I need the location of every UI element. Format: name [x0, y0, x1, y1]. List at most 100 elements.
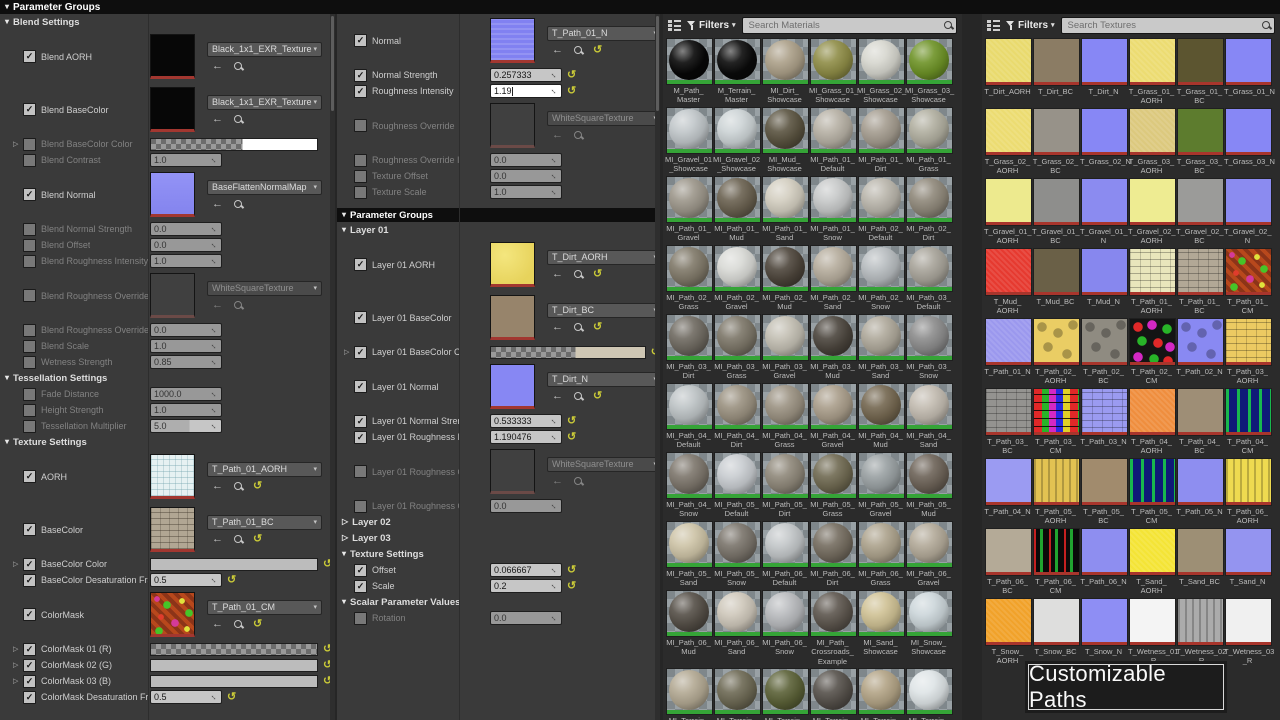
material-tile-mi-terrain-sand[interactable]: MI_Terrain_ Sand	[857, 667, 905, 720]
material-tile-mi-path-05-default[interactable]: MI_Path_05_ Default	[713, 451, 761, 519]
color-bar-colormask-01-r[interactable]	[150, 642, 318, 656]
material-tile-mi-path-01-dirt[interactable]: MI_Path_01_ Dirt	[857, 106, 905, 174]
checkbox-height-strength[interactable]	[23, 403, 36, 417]
material-tile-mi-path-05-mud[interactable]: MI_Path_05_ Mud	[905, 451, 953, 519]
value-tessellation-multiplier[interactable]: 5.0 ↔	[150, 419, 222, 433]
checkbox-blend-normal-strength[interactable]	[23, 222, 36, 236]
texture-thumbnail[interactable]	[490, 242, 535, 287]
material-tile-mi-terrain-default[interactable]: MI_Terrain_ Default	[665, 667, 713, 720]
group-header-tessellation-settings[interactable]: ▾ Tessellation Settings	[0, 370, 335, 386]
texture-thumbnail[interactable]	[490, 18, 535, 63]
browse-to-asset-icon[interactable]	[574, 477, 582, 485]
texture-tile-t-path-04-aorh[interactable]: T_Path_04_ AORH	[1128, 387, 1176, 456]
checkbox-roughness-override-intensity[interactable]	[354, 153, 367, 167]
texture-tile-t-mud-bc[interactable]: T_Mud_BC	[1032, 247, 1080, 316]
value-blend-roughness-intensity[interactable]: 1.0 ↔	[150, 254, 222, 268]
material-tile-mi-path-06-mud[interactable]: MI_Path_06_ Mud	[665, 589, 713, 666]
texture-select-normal[interactable]: T_Path_01_N▾	[547, 25, 660, 41]
material-tile-mi-path-01-gravel[interactable]: MI_Path_01_ Gravel	[665, 175, 713, 243]
expander-icon[interactable]: ▷	[13, 560, 23, 568]
checkbox-layer-01-normal[interactable]: ✓	[354, 380, 367, 393]
material-tile-mi-path-02-dirt[interactable]: MI_Path_02_ Dirt	[905, 175, 953, 243]
reset-icon[interactable]: ↺	[253, 618, 262, 630]
texture-select-layer-01-normal[interactable]: T_Dirt_N▾	[547, 371, 660, 387]
texture-tile-t-path-04-bc[interactable]: T_Path_04_ BC	[1176, 387, 1224, 456]
checkbox-layer-01-aorh[interactable]: ✓	[354, 258, 367, 271]
checkbox-scale[interactable]: ✓	[354, 579, 367, 593]
texture-tile-t-path-04-n[interactable]: T_Path_04_N	[984, 457, 1032, 526]
checkbox-roughness-override[interactable]	[354, 119, 367, 132]
expander-icon[interactable]: ▷	[13, 140, 23, 148]
reset-icon[interactable]: ↺	[567, 580, 576, 592]
material-tile-mi-path-06-snow[interactable]: MI_Path_06_ Snow	[761, 589, 809, 666]
texture-thumbnail[interactable]	[150, 454, 195, 499]
texture-tile-t-path-04-cm[interactable]: T_Path_04_ CM	[1224, 387, 1272, 456]
checkbox-blend-aorh[interactable]: ✓	[23, 50, 36, 63]
material-tile-mi-path-04-gravel[interactable]: MI_Path_04_ Gravel	[809, 382, 857, 450]
checkbox-basecolor-color[interactable]: ✓	[23, 557, 36, 571]
textures-search-input[interactable]	[1065, 18, 1259, 32]
material-tile-mi-path-04-dirt[interactable]: MI_Path_04_ Dirt	[713, 382, 761, 450]
texture-tile-t-path-01-aorh[interactable]: T_Path_01_ AORH	[1128, 247, 1176, 316]
texture-tile-t-path-02-n[interactable]: T_Path_02_N	[1176, 317, 1224, 386]
browse-to-asset-icon[interactable]	[234, 620, 242, 628]
group-header-scalar-parameter-values[interactable]: ▾ Scalar Parameter Values	[337, 594, 660, 610]
use-selected-icon[interactable]: ←	[552, 129, 563, 141]
material-tile-mi-terrain-grass[interactable]: MI_Terrain_ Grass	[761, 667, 809, 720]
use-selected-icon[interactable]: ←	[552, 321, 563, 333]
texture-tile-t-path-06-aorh[interactable]: T_Path_06_ AORH	[1224, 457, 1272, 526]
value-height-strength[interactable]: 1.0 ↔	[150, 403, 222, 417]
material-tile-mi-mud-showcase[interactable]: MI_Mud_ Showcase	[761, 106, 809, 174]
material-tile-mi-path-06-sand[interactable]: MI_Path_06_ Sand	[713, 589, 761, 666]
reset-icon[interactable]: ↺	[253, 533, 262, 545]
texture-select-blend-aorh[interactable]: Black_1x1_EXR_Texture ▾	[207, 41, 322, 57]
reset-icon[interactable]: ↺	[593, 390, 602, 402]
texture-tile-t-grass-01-bc[interactable]: T_Grass_01_ BC	[1176, 37, 1224, 106]
browse-to-asset-icon[interactable]	[234, 482, 242, 490]
checkbox-blend-contrast[interactable]	[23, 153, 36, 167]
checkbox-layer-01-roughness-override[interactable]	[354, 465, 367, 478]
reset-icon[interactable]: ↺	[593, 44, 602, 56]
material-tile-mi-path-04-snow[interactable]: MI_Path_04_ Snow	[665, 451, 713, 519]
use-selected-icon[interactable]: ←	[552, 44, 563, 56]
checkbox-blend-basecolor[interactable]: ✓	[23, 103, 36, 116]
texture-tile-t-mud-n[interactable]: T_Mud_N	[1080, 247, 1128, 316]
texture-tile-t-path-05-cm[interactable]: T_Path_05_ CM	[1128, 457, 1176, 526]
use-selected-icon[interactable]: ←	[212, 480, 223, 492]
value-texture-offset[interactable]: 0.0 ↔	[490, 169, 562, 183]
browse-to-asset-icon[interactable]	[234, 62, 242, 70]
checkbox-blend-scale[interactable]	[23, 339, 36, 353]
textures-filters-button[interactable]: Filters ▾	[1006, 20, 1055, 31]
texture-tile-t-path-01-n[interactable]: T_Path_01_N	[984, 317, 1032, 386]
checkbox-colormask-03-b[interactable]: ✓	[23, 674, 36, 688]
texture-tile-t-grass-02-aorh[interactable]: T_Grass_02_ AORH	[984, 107, 1032, 176]
expander-icon[interactable]: ▷	[344, 348, 354, 356]
texture-thumbnail[interactable]	[150, 87, 195, 132]
value-normal-strength[interactable]: 0.257333 ↔	[490, 68, 562, 82]
checkbox-aorh[interactable]: ✓	[23, 470, 36, 483]
texture-tile-t-grass-01-n[interactable]: T_Grass_01_N	[1224, 37, 1275, 106]
browse-to-asset-icon[interactable]	[574, 270, 582, 278]
browse-to-asset-icon[interactable]	[234, 115, 242, 123]
material-tile-mi-path-06-grass[interactable]: MI_Path_06_ Grass	[857, 520, 905, 588]
value-blend-scale[interactable]: 1.0 ↔	[150, 339, 222, 353]
texture-tile-t-path-05-n[interactable]: T_Path_05_N	[1176, 457, 1224, 526]
texture-select-colormask[interactable]: T_Path_01_CM ▾	[207, 599, 322, 615]
texture-tile-t-grass-03-bc[interactable]: T_Grass_03_ BC	[1176, 107, 1224, 176]
texture-select-basecolor[interactable]: T_Path_01_BC ▾	[207, 514, 322, 530]
expander-icon[interactable]: ▷	[13, 677, 23, 685]
color-bar-blend-basecolor-color[interactable]	[150, 137, 318, 151]
texture-tile-t-wetness-02-r[interactable]: T_Wetness_02 _R	[1176, 597, 1226, 666]
middle-panel-scrollbar[interactable]	[655, 14, 660, 720]
material-tile-mi-path-06-dirt[interactable]: MI_Path_06_ Dirt	[809, 520, 857, 588]
material-tile-mi-path-04-sand[interactable]: MI_Path_04_ Sand	[905, 382, 953, 450]
texture-tile-t-sand-aorh[interactable]: T_Sand_ AORH	[1128, 527, 1176, 596]
browse-to-asset-icon[interactable]	[574, 323, 582, 331]
scrollbar-thumb[interactable]	[656, 16, 659, 111]
texture-tile-t-gravel-02-aorh[interactable]: T_Gravel_02_ AORH	[1128, 177, 1176, 246]
texture-thumbnail[interactable]	[490, 103, 535, 148]
value-blend-offset[interactable]: 0.0 ↔	[150, 238, 222, 252]
checkbox-fade-distance[interactable]	[23, 387, 36, 401]
texture-tile-t-path-06-bc[interactable]: T_Path_06_ BC	[984, 527, 1032, 596]
material-tile-mi-path-crossroads-example[interactable]: MI_Path_ Crossroads_ Example	[809, 589, 857, 666]
